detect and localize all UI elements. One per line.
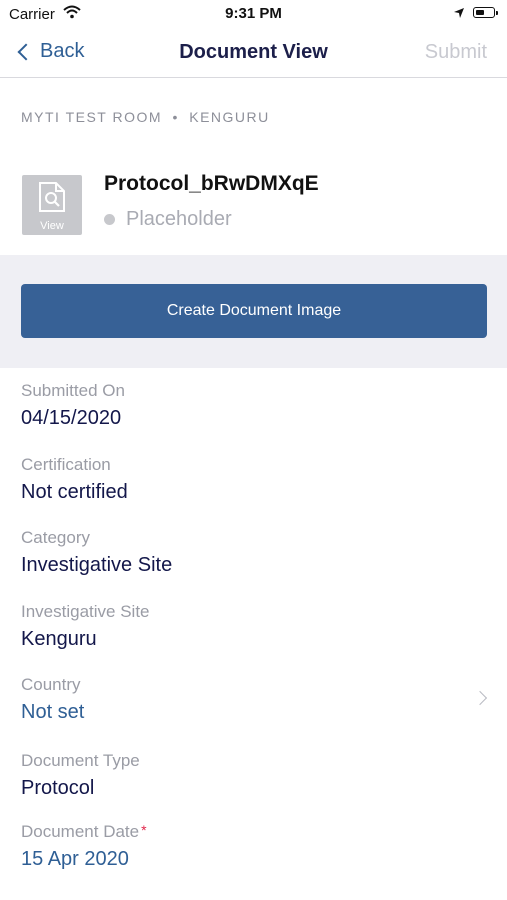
action-band: Create Document Image bbox=[0, 255, 507, 368]
submit-button[interactable]: Submit bbox=[425, 41, 487, 64]
country-value[interactable]: Not set bbox=[21, 701, 487, 724]
field-label: Certification bbox=[21, 455, 111, 474]
field-label: Country bbox=[21, 675, 81, 694]
document-search-icon bbox=[39, 182, 65, 212]
breadcrumb: MYTI TEST ROOM • KENGURU bbox=[21, 109, 270, 125]
field-category: Category Investigative Site bbox=[21, 528, 172, 577]
status-bar: Carrier 9:31 PM bbox=[0, 0, 507, 30]
field-value: Investigative Site bbox=[21, 554, 173, 576]
field-document-date[interactable]: Document Date * 15 Apr 2020 bbox=[21, 822, 147, 871]
document-date-value[interactable]: 15 Apr 2020 bbox=[21, 848, 147, 871]
field-investigative-site: Investigative Site Kenguru bbox=[21, 602, 150, 651]
breadcrumb-room: MYTI TEST ROOM bbox=[21, 109, 163, 125]
field-value: Kenguru bbox=[21, 628, 97, 650]
field-label: Investigative Site bbox=[21, 602, 150, 621]
breadcrumb-separator: • bbox=[172, 109, 179, 125]
battery-icon bbox=[473, 7, 498, 18]
required-marker: * bbox=[141, 822, 147, 838]
clock: 9:31 PM bbox=[225, 5, 282, 22]
breadcrumb-site: KENGURU bbox=[189, 109, 270, 125]
field-certification: Certification Not certified bbox=[21, 455, 128, 504]
field-country[interactable]: Country Not set bbox=[21, 675, 487, 724]
navigation-bar: Back Document View Submit bbox=[0, 30, 507, 78]
field-value: Protocol bbox=[21, 777, 95, 799]
document-date-label: Document Date bbox=[21, 822, 140, 841]
status-dot-icon bbox=[104, 214, 115, 225]
field-value: Not certified bbox=[21, 481, 128, 503]
document-status: Placeholder bbox=[104, 208, 232, 231]
create-document-image-button[interactable]: Create Document Image bbox=[21, 284, 487, 338]
field-value: 04/15/2020 bbox=[21, 407, 122, 429]
document-status-label: Placeholder bbox=[126, 208, 232, 230]
thumbnail-view-label: View bbox=[40, 220, 64, 232]
field-submitted-on: Submitted On 04/15/2020 bbox=[21, 381, 125, 430]
field-label: Document Date * bbox=[21, 822, 147, 842]
document-name: Protocol_bRwDMXqE bbox=[104, 172, 319, 195]
field-document-type: Document Type Protocol bbox=[21, 751, 140, 800]
field-label: Document Type bbox=[21, 751, 140, 770]
field-label: Category bbox=[21, 528, 90, 547]
location-arrow-icon bbox=[453, 6, 465, 23]
field-label: Submitted On bbox=[21, 381, 125, 400]
document-thumbnail[interactable]: View bbox=[22, 175, 82, 235]
